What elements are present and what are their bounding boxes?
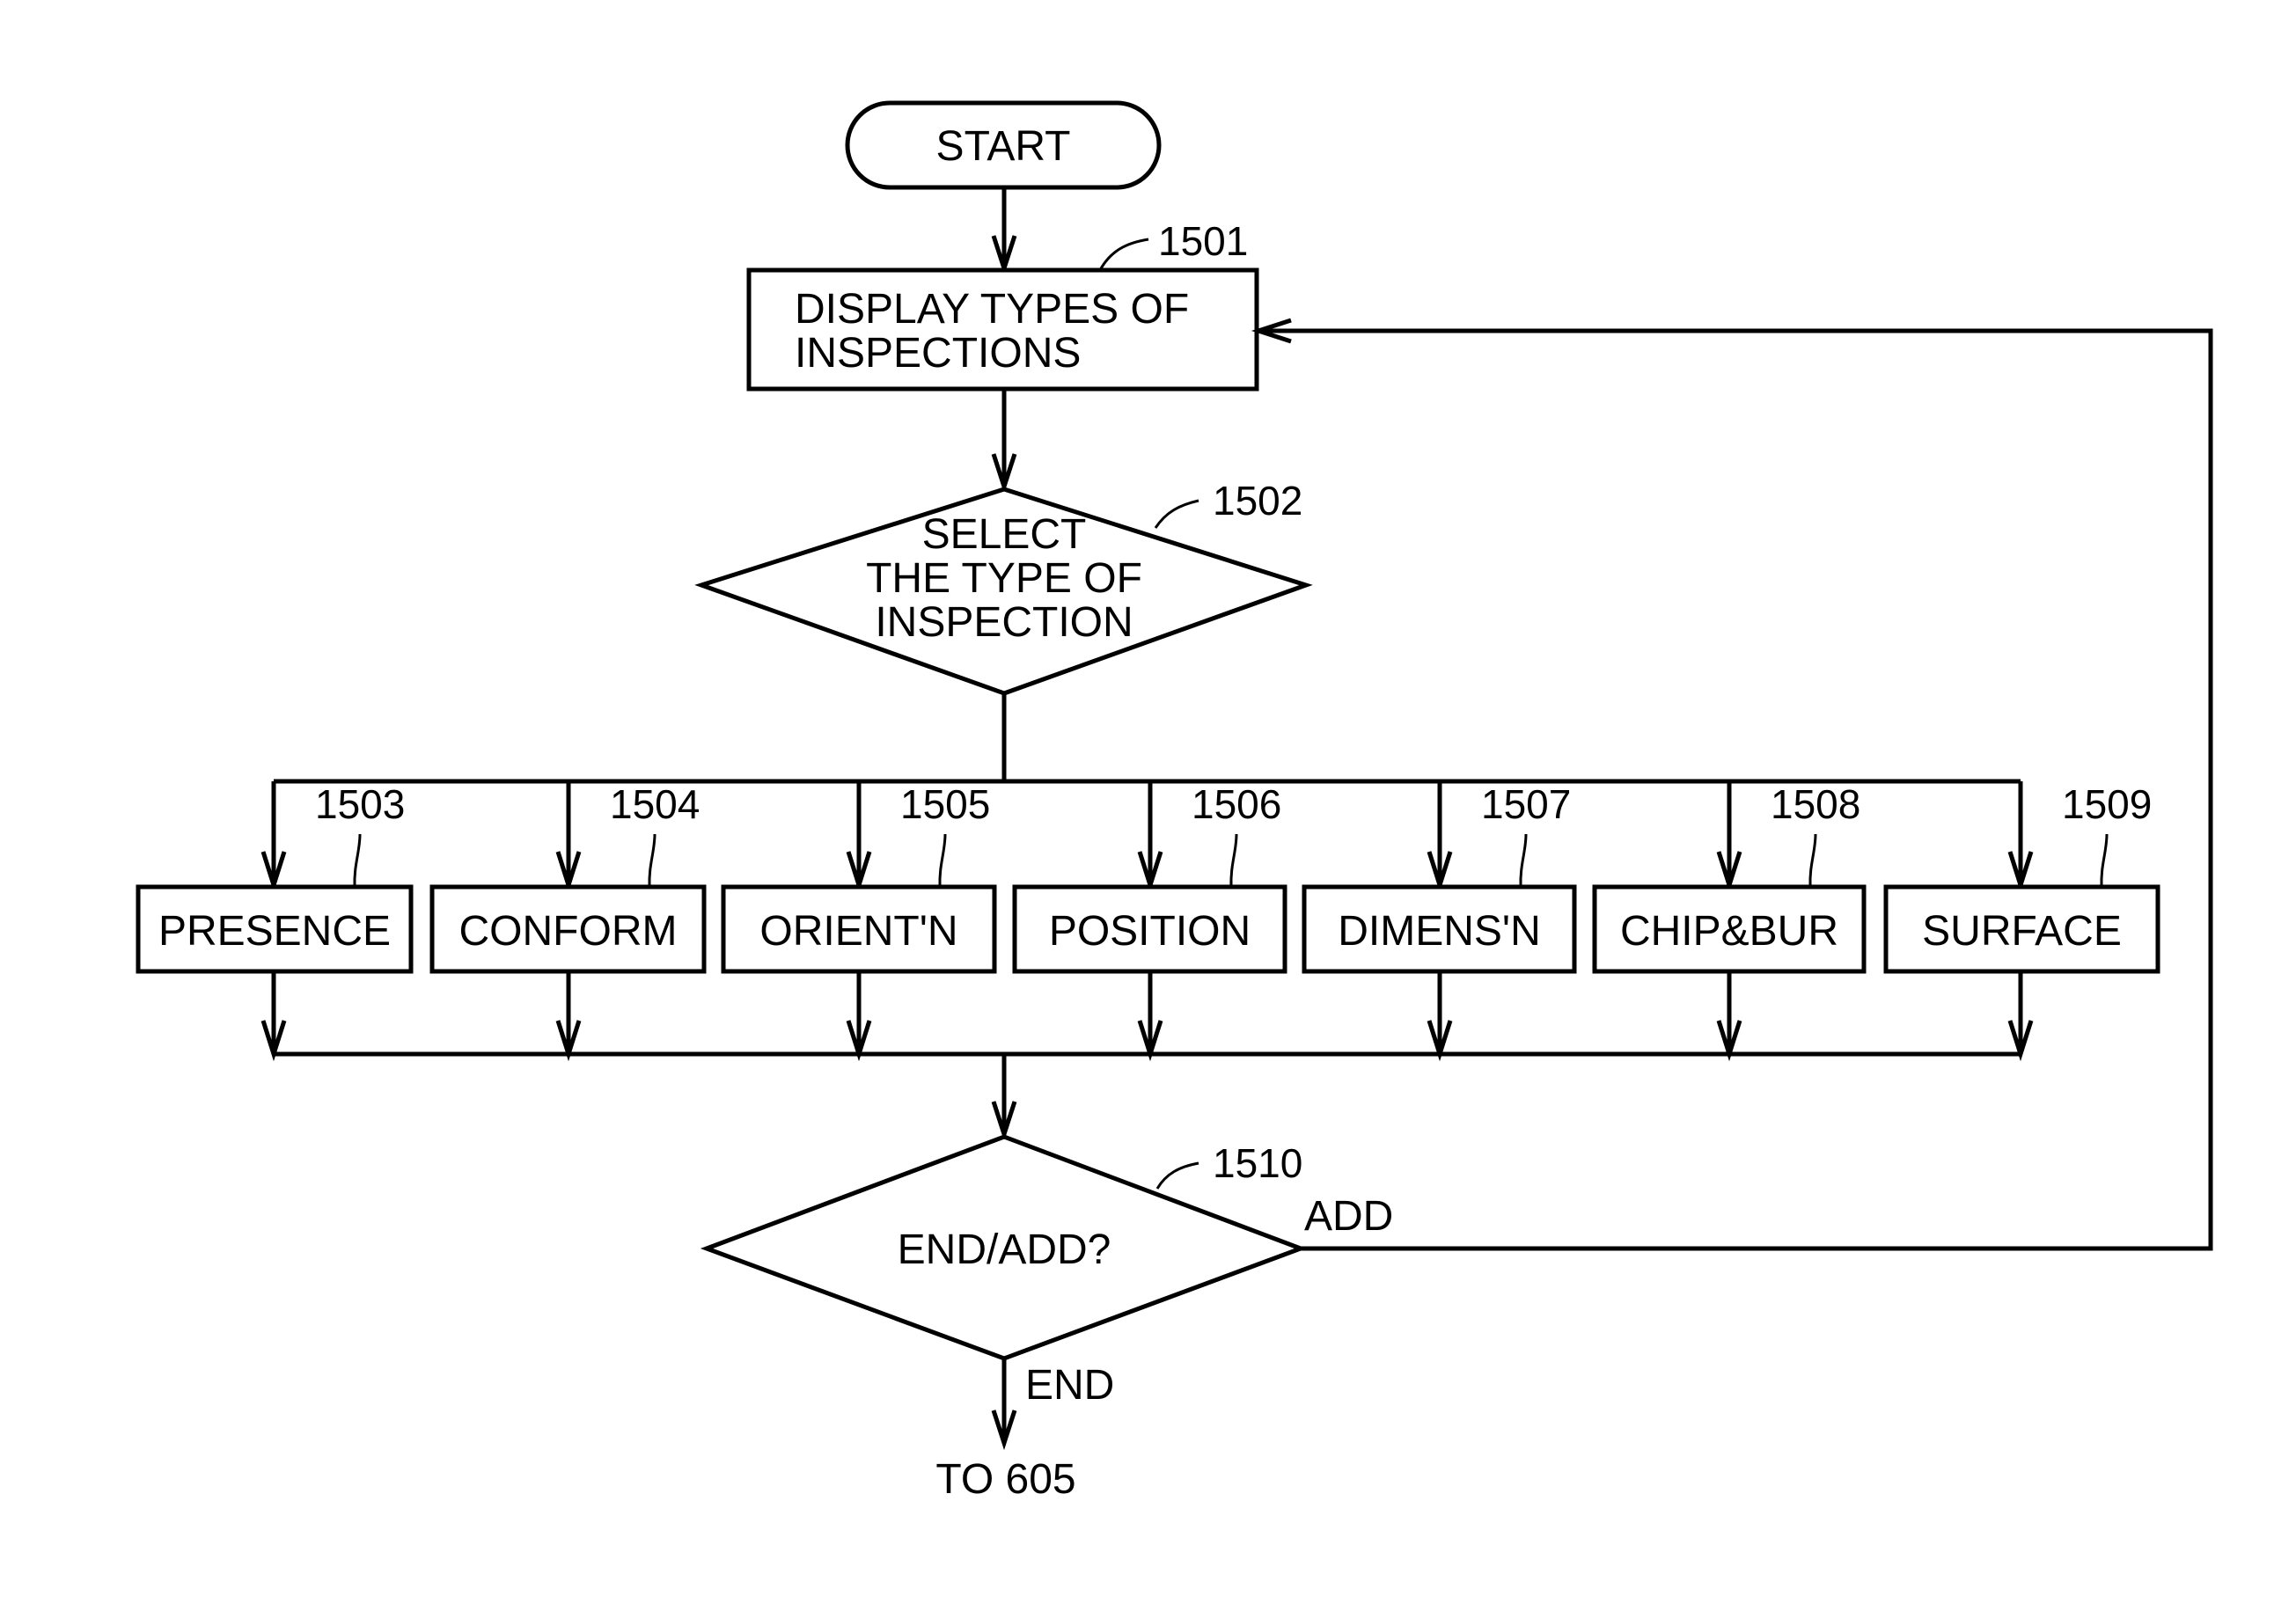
inspection-label: CHIP&BUR [1620, 908, 1838, 955]
inspection-node: PRESENCE 1503 [136, 781, 414, 1062]
ref-leader [1154, 499, 1199, 529]
display-label-line2: INSPECTIONS [795, 330, 1081, 377]
inspection-label: SURFACE [1922, 908, 2122, 955]
select-node: SELECT THE TYPE OF INSPECTION 1502 [694, 478, 1313, 696]
start-label: START [936, 123, 1071, 170]
ref-number: 1508 [1771, 781, 1860, 827]
inspection-label: POSITION [1049, 908, 1251, 955]
ref-number: 1505 [900, 781, 990, 827]
select-label-line2: THE TYPE OF [866, 555, 1142, 602]
ref-number: 1503 [315, 781, 405, 827]
inspection-node: POSITION 1506 [1012, 781, 1287, 1062]
ref-number: 1509 [2062, 781, 2152, 827]
add-label: ADD [1304, 1193, 1393, 1240]
ref-leader [1155, 1161, 1199, 1190]
ref-leader [1229, 833, 1238, 888]
ref-leader [1519, 833, 1528, 888]
ref-leader [353, 833, 362, 888]
start-node: START [845, 100, 1162, 190]
decision-node: END/ADD? 1510 [700, 1134, 1308, 1361]
ref-leader [2100, 833, 2109, 888]
ref-leader [1098, 238, 1149, 271]
end-label: END [1025, 1362, 1114, 1409]
select-label-line1: SELECT [922, 511, 1087, 558]
inspection-node: ORIENT'N 1505 [721, 781, 997, 1062]
ref-number: 1501 [1158, 218, 1248, 264]
ref-leader [1808, 833, 1817, 888]
ref-number: 1506 [1192, 781, 1281, 827]
inspection-label: ORIENT'N [759, 908, 957, 955]
inspection-node: CONFORM 1504 [429, 781, 707, 1062]
flowchart: START DISPLAY TYPES OF INSPECTIONS 1501 … [136, 100, 2213, 1503]
select-label-line3: INSPECTION [875, 599, 1133, 646]
inspection-label: PRESENCE [158, 908, 391, 955]
ref-leader [648, 833, 657, 888]
ref-number: 1507 [1481, 781, 1571, 827]
ref-number: 1510 [1213, 1140, 1302, 1186]
display-label-line1: DISPLAY TYPES OF [795, 286, 1189, 333]
ref-number: 1504 [610, 781, 700, 827]
inspection-label: CONFORM [459, 908, 678, 955]
ref-leader [938, 833, 947, 888]
ref-number: 1502 [1213, 478, 1302, 524]
inspection-node: SURFACE 1509 [1883, 781, 2160, 1062]
inspection-label: DIMENS'N [1338, 908, 1541, 955]
inspection-node: CHIP&BUR 1508 [1592, 781, 1867, 1062]
inspection-row: PRESENCE 1503 CONFORM 1504 ORIENT'N 1505 POSIT… [136, 781, 2160, 1062]
terminal-label: TO 605 [935, 1456, 1075, 1503]
inspection-node: DIMENS'N 1507 [1302, 781, 1577, 1062]
decision-label: END/ADD? [898, 1227, 1111, 1273]
